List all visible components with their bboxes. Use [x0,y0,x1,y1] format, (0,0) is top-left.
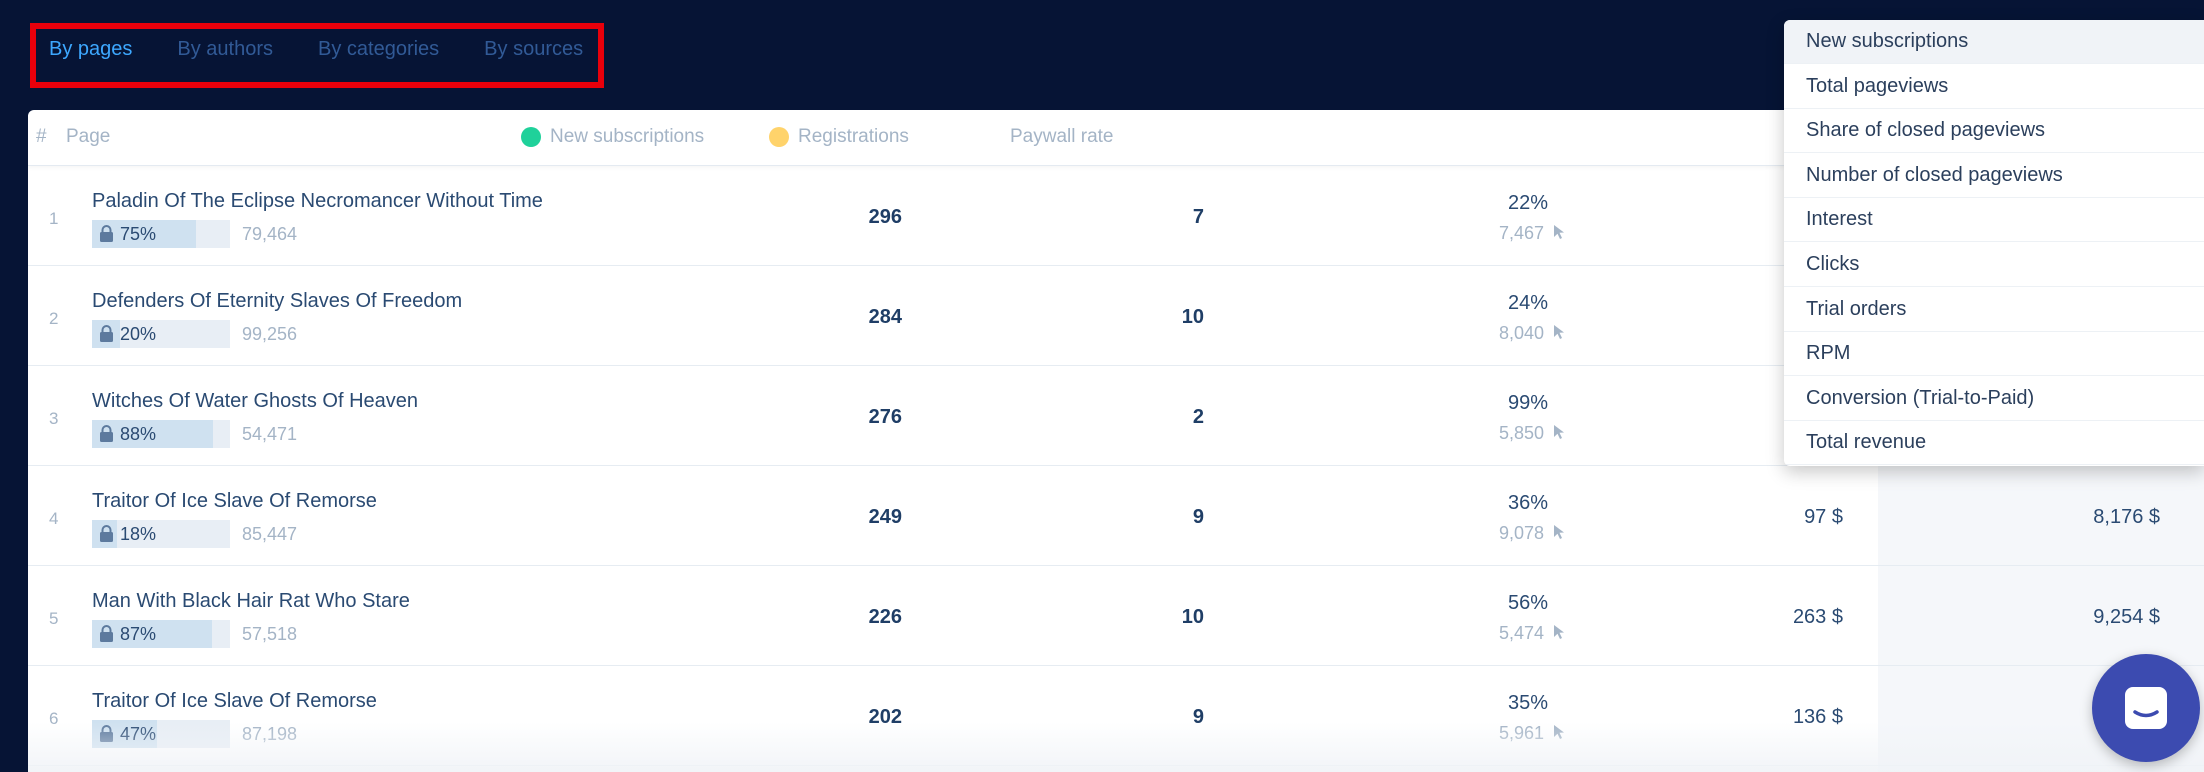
closed-share-bar: 87% [92,620,230,648]
paywall-rate-value: 99% [1507,392,1548,414]
paywall-rate-value: 24% [1507,292,1548,314]
closed-share-bar: 20% [92,320,230,348]
revenue-value: 97 $ [1804,506,1843,528]
row-number: 5 [49,609,59,628]
menu-item-share-of-closed-pageviews[interactable]: Share of closed pageviews [1784,109,2204,154]
lock-icon [100,225,113,242]
menu-item-clicks[interactable]: Clicks [1784,243,2204,287]
lock-icon [100,525,113,542]
closed-share-percent: 75% [120,224,157,244]
page-title-link[interactable]: Paladin Of The Eclipse Necromancer Witho… [92,190,543,213]
tab-by-pages[interactable]: By pages [49,38,132,68]
table-row[interactable]: 5 Man With Black Hair Rat Who Stare 87% 57,… [28,566,2204,666]
paywall-clicks-value: 5,850 [1498,423,1544,443]
row-number: 4 [49,509,59,528]
paywall-clicks-value: 7,467 [1498,223,1544,243]
pageviews-count: 99,256 [242,324,298,344]
scroll-fade [28,722,2204,772]
closed-share-percent: 18% [120,524,157,544]
header-registrations-label: Registrations [798,126,909,147]
header-page[interactable]: Page [66,126,110,148]
registrations-value: 2 [1192,406,1204,428]
new-subscriptions-value: 276 [868,406,902,428]
paywall-clicks-value: 5,474 [1498,623,1544,643]
new-subscriptions-value: 249 [868,506,902,528]
new-subscriptions-value: 226 [868,606,902,628]
header-new-subscriptions[interactable]: New subscriptions [521,126,704,148]
page-title-link[interactable]: Man With Black Hair Rat Who Stare [92,590,410,613]
header-index: # [36,126,47,147]
new-subscriptions-legend-dot [521,127,541,147]
page-title-link[interactable]: Traitor Of Ice Slave Of Remorse [92,690,377,713]
lock-icon [100,325,113,342]
pageviews-count: 54,471 [242,424,298,444]
metric-dropdown-menu: New subscriptions Total pageviews Share of… [1784,20,2204,466]
table-row[interactable]: 4 Traitor Of Ice Slave Of Remorse 18% 85,44… [28,466,2204,566]
header-paywall-rate[interactable]: Paywall rate [1010,126,1114,148]
revenue-value: 263 $ [1792,606,1843,628]
menu-item-conversion-trial-to-paid[interactable]: Conversion (Trial-to-Paid) [1784,377,2204,421]
cursor-icon [1554,225,1564,239]
header-registrations[interactable]: Registrations [769,126,909,148]
closed-share-bar: 18% [92,520,230,548]
lock-icon [100,625,113,642]
menu-item-interest[interactable]: Interest [1784,198,2204,243]
row-number: 1 [49,209,59,228]
registrations-legend-dot [769,127,789,147]
pageviews-count: 57,518 [242,624,298,644]
view-tabs: By pages By authors By categories By source… [49,38,583,68]
registrations-value: 7 [1192,206,1204,228]
registrations-value: 9 [1192,506,1204,528]
paywall-rate-value: 35% [1507,692,1548,714]
registrations-value: 10 [1181,306,1204,328]
chat-button[interactable] [2092,654,2200,762]
new-subscriptions-value: 284 [868,306,902,328]
cursor-icon [1554,525,1564,539]
header-new-subscriptions-label: New subscriptions [550,126,705,147]
closed-share-percent: 20% [120,324,157,344]
page-title-link[interactable]: Witches Of Water Ghosts Of Heaven [92,390,418,413]
cursor-icon [1554,625,1564,639]
closed-share-percent: 87% [120,624,157,644]
menu-item-rpm[interactable]: RPM [1784,332,2204,377]
chat-icon [2125,687,2167,729]
menu-item-new-subscriptions[interactable]: New subscriptions [1784,20,2204,64]
closed-share-bar: 75% [92,220,230,248]
closed-share-bar: 88% [92,420,230,448]
pageviews-count: 85,447 [242,524,298,544]
menu-item-total-revenue[interactable]: Total revenue [1784,421,2204,466]
menu-item-total-pageviews[interactable]: Total pageviews [1784,65,2204,109]
paywall-rate-value: 36% [1507,492,1548,514]
registrations-value: 10 [1181,606,1204,628]
menu-item-number-of-closed-pageviews[interactable]: Number of closed pageviews [1784,154,2204,198]
paywall-clicks-value: 8,040 [1498,323,1544,343]
closed-share-percent: 88% [120,424,157,444]
new-subscriptions-value: 296 [868,206,902,228]
menu-item-trial-orders[interactable]: Trial orders [1784,288,2204,332]
tab-by-categories[interactable]: By categories [318,38,439,68]
page-title-link[interactable]: Traitor Of Ice Slave Of Remorse [92,490,377,513]
row-number: 2 [49,309,59,328]
paywall-rate-value: 22% [1507,192,1548,214]
cursor-icon [1554,425,1564,439]
row-number: 3 [49,409,59,428]
paywall-rate-value: 56% [1507,592,1548,614]
total-revenue-value: 8,176 $ [2093,506,2160,528]
tab-by-authors[interactable]: By authors [177,38,273,68]
page-title-link[interactable]: Defenders Of Eternity Slaves Of Freedom [92,290,462,313]
lock-icon [100,425,113,442]
cursor-icon [1554,325,1564,339]
total-revenue-value: 9,254 $ [2093,606,2160,628]
tab-by-sources[interactable]: By sources [484,38,583,68]
pageviews-count: 79,464 [242,224,298,244]
paywall-clicks-value: 9,078 [1498,523,1544,543]
